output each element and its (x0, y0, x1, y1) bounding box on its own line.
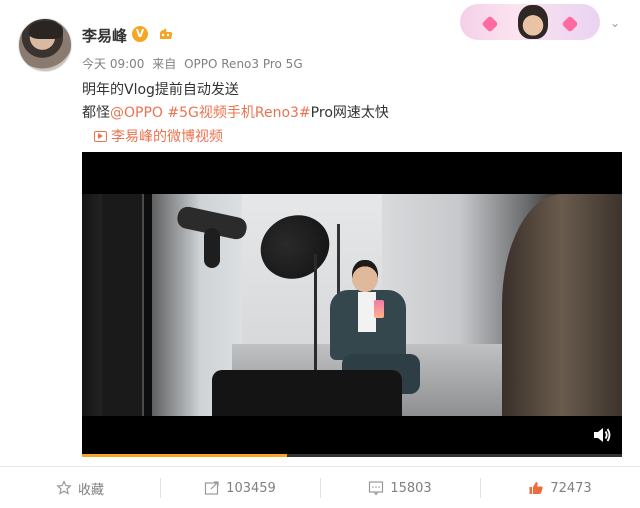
heart-icon (481, 15, 499, 33)
comment-icon (369, 481, 384, 496)
volume-icon[interactable] (592, 426, 612, 444)
hashtag-link[interactable]: #5G视频手机Reno3# (167, 105, 310, 121)
post-text-line-1: 明年的Vlog提前自动发送 (82, 82, 239, 98)
heart-icon (561, 15, 579, 33)
like-button[interactable]: 72473 (480, 467, 640, 508)
star-icon (56, 480, 72, 495)
favorite-label: 收藏 (77, 482, 104, 498)
video-link[interactable]: 李易峰的微博视频 (94, 126, 223, 146)
verified-badge-icon: V (132, 26, 148, 42)
weibo-post: 李易峰 V ⌄ 今天 09:00 来自 OPPO Reno3 Pro 5G 明年… (0, 0, 640, 508)
progress-fill[interactable] (82, 454, 288, 457)
comment-count: 15803 (390, 480, 432, 496)
repost-button[interactable]: 103459 (160, 467, 320, 508)
video-frame[interactable] (82, 194, 622, 416)
text-prefix: 都怪 (82, 105, 110, 121)
thumbs-up-icon (529, 482, 543, 494)
post-text-line-2: 都怪@OPPO #5G视频手机Reno3#Pro网速太快 (82, 102, 389, 122)
video-link-label: 李易峰的微博视频 (111, 129, 223, 145)
username[interactable]: 李易峰 (82, 25, 127, 46)
favorite-button[interactable]: 收藏 (0, 467, 160, 508)
action-bar: 收藏 103459 15803 72473 (0, 466, 640, 508)
decorative-banner[interactable] (460, 4, 600, 40)
from-label: 来自 (152, 57, 177, 71)
repost-icon (205, 481, 219, 495)
video-player[interactable] (82, 152, 622, 457)
repost-count: 103459 (226, 480, 276, 496)
device-source[interactable]: OPPO Reno3 Pro 5G (184, 57, 303, 71)
post-meta: 今天 09:00 来自 OPPO Reno3 Pro 5G (82, 55, 307, 72)
like-count: 72473 (550, 480, 592, 496)
chevron-down-icon[interactable]: ⌄ (608, 16, 622, 30)
avatar-sticker-icon (518, 5, 548, 39)
post-time: 今天 09:00 (82, 57, 145, 71)
video-icon (94, 131, 107, 142)
user-avatar[interactable] (18, 18, 72, 72)
text-suffix: Pro网速太快 (310, 105, 389, 121)
mention-link[interactable]: @OPPO (110, 105, 163, 121)
fan-badge-icon[interactable] (156, 26, 176, 42)
comment-button[interactable]: 15803 (320, 467, 480, 508)
